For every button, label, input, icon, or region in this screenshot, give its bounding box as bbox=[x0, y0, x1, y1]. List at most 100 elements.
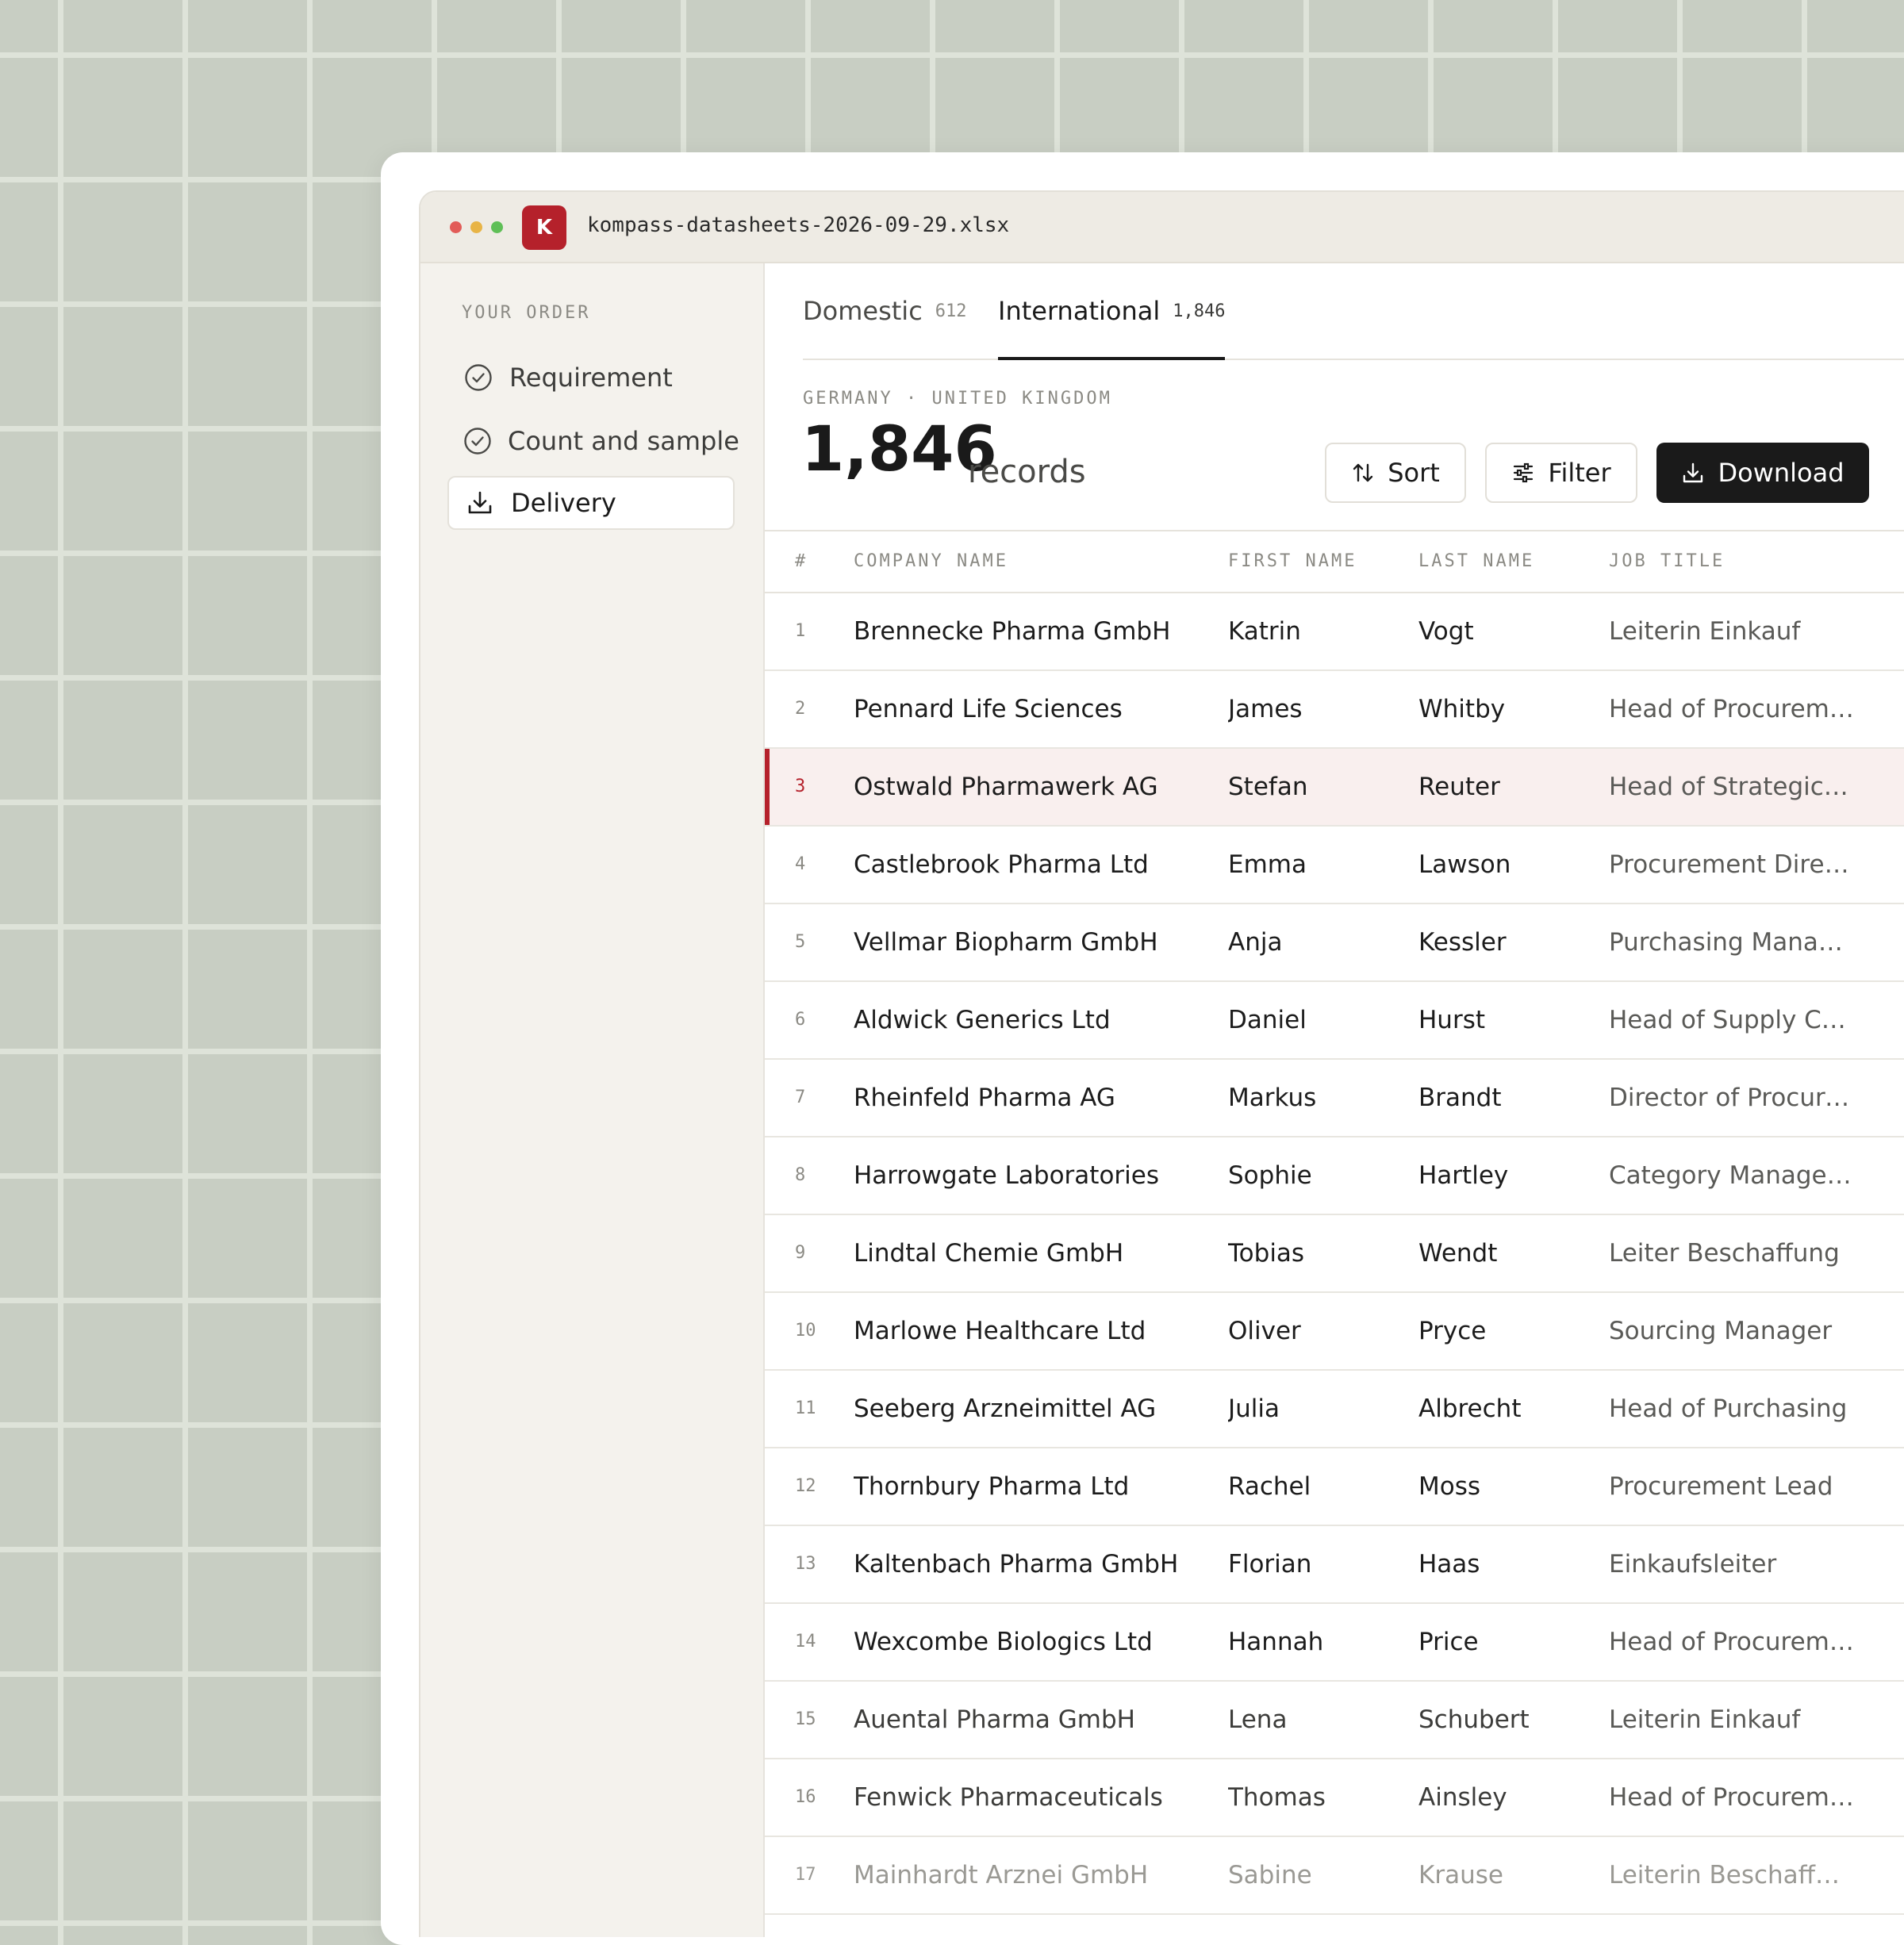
filter-button[interactable]: Filter bbox=[1485, 443, 1637, 503]
tab-domestic[interactable]: Domestic 612 bbox=[803, 263, 967, 359]
company-name-cell: Aldwick Generics Ltd bbox=[854, 1006, 1111, 1034]
first-name-cell: Hannah bbox=[1228, 1628, 1324, 1656]
company-name-cell: Wexcombe Biologics Ltd bbox=[854, 1628, 1153, 1656]
table-row[interactable]: 17 Mainhardt Arznei GmbH Sabine Krause Leite… bbox=[765, 1837, 1904, 1915]
company-name-cell: Fenwick Pharmaceuticals bbox=[854, 1783, 1163, 1812]
table-row[interactable]: 14 Wexcombe Biologics Ltd Hannah Price Head … bbox=[765, 1604, 1904, 1682]
sort-button[interactable]: Sort bbox=[1325, 443, 1466, 503]
last-name-cell: Pryce bbox=[1418, 1317, 1487, 1345]
tab-count: 1,846 bbox=[1173, 301, 1226, 321]
sidebar-item-requirement[interactable]: Requirement bbox=[447, 351, 735, 405]
table-row[interactable]: 10 Marlowe Healthcare Ltd Oliver Pryce Sourc… bbox=[765, 1293, 1904, 1371]
table-row[interactable]: 6 Aldwick Generics Ltd Daniel Hurst Head of … bbox=[765, 982, 1904, 1060]
table-row[interactable]: 4 Castlebrook Pharma Ltd Emma Lawson Procure… bbox=[765, 827, 1904, 904]
column-header-job-title[interactable]: JOB TITLE bbox=[1609, 531, 1855, 592]
last-name-cell: Brandt bbox=[1418, 1084, 1502, 1112]
table-row[interactable]: 7 Rheinfeld Pharma AG Markus Brandt Director… bbox=[765, 1060, 1904, 1137]
check-circle-icon bbox=[463, 363, 493, 393]
sort-button-label: Sort bbox=[1388, 458, 1440, 488]
row-index: 14 bbox=[795, 1632, 816, 1652]
row-index: 6 bbox=[795, 1010, 806, 1030]
column-header-last-name[interactable]: LAST NAME bbox=[1418, 531, 1585, 592]
company-name-cell: Thornbury Pharma Ltd bbox=[854, 1472, 1130, 1501]
job-title-cell: Category Manager, ... bbox=[1609, 1161, 1855, 1190]
minimize-window-button[interactable] bbox=[470, 221, 482, 233]
first-name-cell: Tobias bbox=[1228, 1239, 1305, 1268]
job-title-cell: Head of Procurement bbox=[1609, 1628, 1855, 1656]
company-name-cell: Castlebrook Pharma Ltd bbox=[854, 850, 1149, 879]
row-index: 9 bbox=[795, 1243, 806, 1263]
column-header-first-name[interactable]: FIRST NAME bbox=[1228, 531, 1395, 592]
company-name-cell: Seeberg Arzneimittel AG bbox=[854, 1394, 1157, 1423]
company-name-cell: Pennard Life Sciences bbox=[854, 695, 1123, 723]
tab-international[interactable]: International 1,846 bbox=[998, 263, 1226, 360]
row-index: 2 bbox=[795, 699, 806, 719]
column-header-index[interactable]: # bbox=[795, 531, 827, 592]
row-index: 8 bbox=[795, 1165, 806, 1185]
table-row[interactable]: 3 Ostwald Pharmawerk AG Stefan Reuter Head o… bbox=[765, 749, 1904, 827]
last-name-cell: Schubert bbox=[1418, 1705, 1530, 1734]
company-name-cell: Mainhardt Arznei GmbH bbox=[854, 1861, 1149, 1889]
main-panel: Domestic 612 International 1,846 GERMANY… bbox=[765, 263, 1904, 1937]
job-title-cell: Director of Procure... bbox=[1609, 1084, 1855, 1112]
table-row[interactable]: 5 Vellmar Biopharm GmbH Anja Kessler Purchas… bbox=[765, 904, 1904, 982]
app-logo: K bbox=[522, 205, 566, 250]
last-name-cell: Haas bbox=[1418, 1550, 1480, 1579]
table-body: 1 Brennecke Pharma GmbH Katrin Vogt Leiterin… bbox=[765, 593, 1904, 1915]
table-row[interactable]: 12 Thornbury Pharma Ltd Rachel Moss Procurem… bbox=[765, 1448, 1904, 1526]
table-row[interactable]: 8 Harrowgate Laboratories Sophie Hartley Cat… bbox=[765, 1137, 1904, 1215]
row-index: 5 bbox=[795, 932, 806, 952]
job-title-cell: Sourcing Manager bbox=[1609, 1317, 1833, 1345]
sidebar-item-delivery[interactable]: Delivery bbox=[447, 476, 735, 530]
company-name-cell: Lindtal Chemie GmbH bbox=[854, 1239, 1124, 1268]
tab-count: 612 bbox=[935, 301, 967, 321]
column-header-company-name[interactable]: COMPANY NAME bbox=[854, 531, 1211, 592]
last-name-cell: Vogt bbox=[1418, 617, 1474, 646]
app-window: K kompass-datasheets-2026-09-29.xlsx YOU… bbox=[419, 190, 1904, 1937]
region-label: GERMANY · UNITED KINGDOM bbox=[803, 389, 1112, 409]
row-index: 16 bbox=[795, 1787, 816, 1807]
job-title-cell: Procurement Lead bbox=[1609, 1472, 1833, 1501]
maximize-window-button[interactable] bbox=[491, 221, 503, 233]
download-icon bbox=[1681, 461, 1705, 485]
job-title-cell: Head of Supply Cha... bbox=[1609, 1006, 1855, 1034]
table-row[interactable]: 16 Fenwick Pharmaceuticals Thomas Ainsley He… bbox=[765, 1759, 1904, 1837]
row-index: 13 bbox=[795, 1554, 816, 1574]
first-name-cell: Florian bbox=[1228, 1550, 1312, 1579]
row-index: 15 bbox=[795, 1709, 816, 1729]
tab-bar: Domestic 612 International 1,846 bbox=[803, 263, 1904, 360]
check-circle-icon bbox=[463, 426, 492, 456]
last-name-cell: Ainsley bbox=[1418, 1783, 1507, 1812]
close-window-button[interactable] bbox=[450, 221, 462, 233]
table-row[interactable]: 13 Kaltenbach Pharma GmbH Florian Haas Einka… bbox=[765, 1526, 1904, 1604]
record-count-unit: records bbox=[968, 454, 1086, 490]
table-row[interactable]: 1 Brennecke Pharma GmbH Katrin Vogt Leiterin… bbox=[765, 593, 1904, 671]
sidebar-item-label: Requirement bbox=[509, 363, 673, 393]
first-name-cell: Julia bbox=[1228, 1394, 1280, 1423]
last-name-cell: Kessler bbox=[1418, 928, 1507, 957]
first-name-cell: Emma bbox=[1228, 850, 1307, 879]
last-name-cell: Moss bbox=[1418, 1472, 1481, 1501]
company-name-cell: Brennecke Pharma GmbH bbox=[854, 617, 1171, 646]
sidebar-item-count-and-sample[interactable]: Count and sample bbox=[447, 414, 739, 468]
last-name-cell: Hartley bbox=[1418, 1161, 1509, 1190]
company-name-cell: Auental Pharma GmbH bbox=[854, 1705, 1135, 1734]
table-row[interactable]: 2 Pennard Life Sciences James Whitby Head of… bbox=[765, 671, 1904, 749]
job-title-cell: Head of Procurement bbox=[1609, 1783, 1855, 1812]
row-index: 11 bbox=[795, 1398, 816, 1418]
title-bar: K kompass-datasheets-2026-09-29.xlsx bbox=[420, 192, 1904, 263]
company-name-cell: Ostwald Pharmawerk AG bbox=[854, 773, 1158, 801]
row-index: 17 bbox=[795, 1865, 816, 1885]
last-name-cell: Lawson bbox=[1418, 850, 1511, 879]
download-button-label: Download bbox=[1718, 458, 1844, 488]
table-row[interactable]: 11 Seeberg Arzneimittel AG Julia Albrecht He… bbox=[765, 1371, 1904, 1448]
company-name-cell: Vellmar Biopharm GmbH bbox=[854, 928, 1158, 957]
download-button[interactable]: Download bbox=[1656, 443, 1869, 503]
first-name-cell: Sabine bbox=[1228, 1861, 1312, 1889]
download-icon bbox=[465, 488, 495, 518]
table-row[interactable]: 15 Auental Pharma GmbH Lena Schubert Leiteri… bbox=[765, 1682, 1904, 1759]
last-name-cell: Krause bbox=[1418, 1861, 1503, 1889]
first-name-cell: Oliver bbox=[1228, 1317, 1301, 1345]
first-name-cell: Katrin bbox=[1228, 617, 1301, 646]
table-row[interactable]: 9 Lindtal Chemie GmbH Tobias Wendt Leiter Be… bbox=[765, 1215, 1904, 1293]
